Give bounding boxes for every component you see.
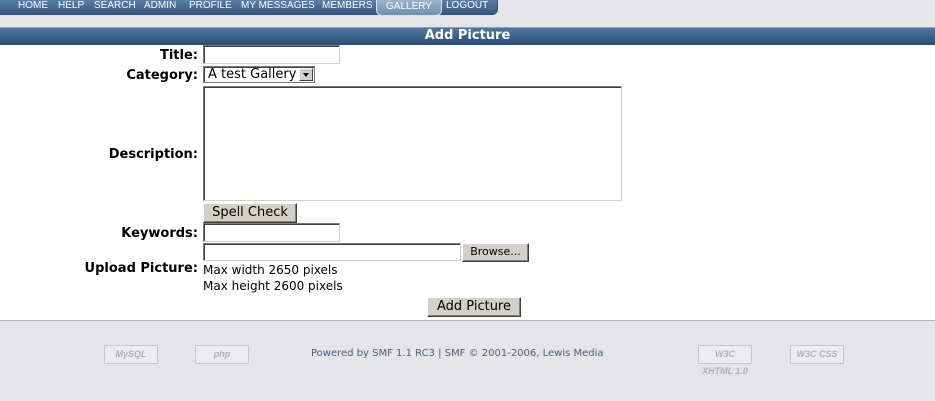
category-select[interactable]: A test Gallery [203,66,315,83]
nav-logout[interactable]: LOGOUT [446,0,488,13]
category-selected-value: A test Gallery [208,67,297,82]
nav-help[interactable]: HELP [58,0,84,13]
nav-members[interactable]: MEMBERS [322,0,373,13]
top-bar: HOME HELP SEARCH ADMIN PROFILE MY MESSAG… [0,0,935,24]
copyright-link[interactable]: SMF © 2001-2006, Lewis Media [445,348,604,359]
title-input[interactable] [203,45,340,64]
max-height-note: Max height 2600 pixels [203,279,343,293]
powered-by-link[interactable]: Powered by SMF 1.1 RC3 [311,348,435,359]
upload-file-input[interactable] [203,243,461,261]
chevron-down-icon[interactable] [299,68,313,81]
spell-check-button[interactable]: Spell Check [203,203,297,223]
copyright-line: Powered by SMF 1.1 RC3 | SMF © 2001-2006… [311,348,604,359]
php-badge[interactable]: php [195,345,249,364]
main-menu: HOME HELP SEARCH ADMIN PROFILE MY MESSAG… [0,0,498,16]
nav-admin[interactable]: ADMIN [144,0,176,13]
w3c-css-badge[interactable]: W3C CSS [790,345,844,364]
nav-home[interactable]: HOME [18,0,48,13]
nav-profile[interactable]: PROFILE [189,0,232,13]
keywords-input[interactable] [203,223,340,242]
w3c-xhtml-badge[interactable]: W3C XHTML 1.0 [698,345,752,376]
nav-my-messages[interactable]: MY MESSAGES [241,0,315,13]
add-picture-form: Title: Category: A test Gallery Descript… [0,45,935,320]
keywords-label: Keywords: [121,226,198,241]
category-label: Category: [126,68,198,83]
max-width-note: Max width 2650 pixels [203,263,338,277]
description-label: Description: [108,147,198,162]
title-label: Title: [159,48,198,63]
footer: MySQL php Powered by SMF 1.1 RC3 | SMF ©… [0,320,935,401]
browse-button[interactable]: Browse... [462,243,529,262]
page-title-bar: Add Picture [0,27,935,45]
nav-search[interactable]: SEARCH [94,0,136,13]
upload-picture-label: Upload Picture: [84,261,198,276]
add-picture-button[interactable]: Add Picture [427,297,521,317]
mysql-badge[interactable]: MySQL [104,345,158,364]
description-textarea[interactable] [203,86,622,201]
footer-separator: | [438,348,442,359]
page-title: Add Picture [424,28,511,43]
nav-gallery[interactable]: GALLERY [376,0,442,16]
